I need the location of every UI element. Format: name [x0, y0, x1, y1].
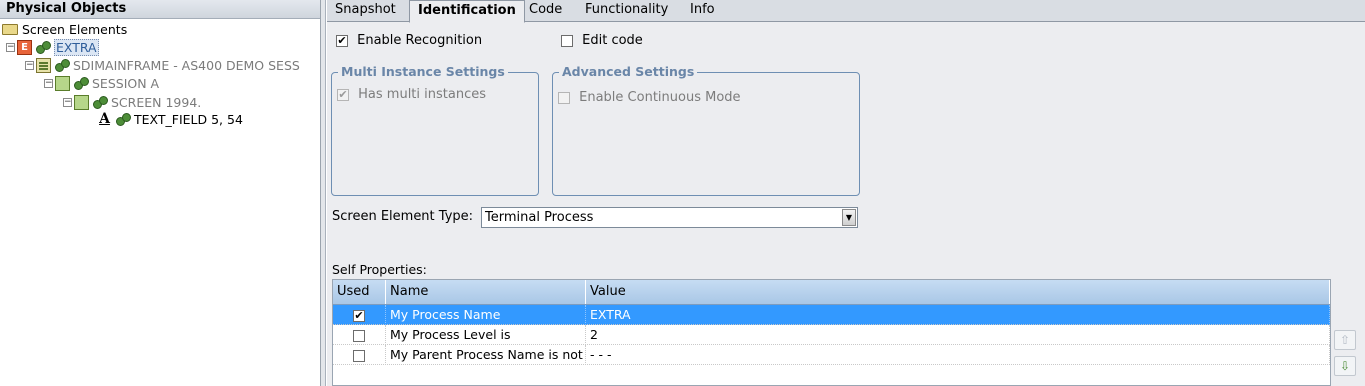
used-cell[interactable] [333, 325, 386, 345]
tree-item-label: TEXT_FIELD 5, 54 [134, 111, 243, 127]
physical-objects-panel: Physical Objects Screen Elements − E EXT… [0, 0, 321, 386]
properties-panel: Snapshot Identification Code Functionali… [327, 0, 1365, 386]
multi-instance-settings-group: Multi Instance Settings ✔ Has multi inst… [331, 64, 539, 196]
value-cell[interactable]: 2 [586, 325, 1330, 345]
self-properties-table: Used Name Value ✔ My Process Name EXTRA … [332, 279, 1331, 386]
tree-item-label: SDIMAINFRAME - AS400 DEMO SESS [73, 57, 300, 73]
column-header-value[interactable]: Value [586, 280, 1330, 304]
value-cell[interactable]: - - - [586, 345, 1330, 365]
collapse-toggle[interactable]: − [44, 78, 53, 88]
tree-item-extra[interactable]: − E EXTRA [6, 38, 99, 56]
move-down-button[interactable]: ⇩ [1334, 356, 1356, 376]
screen-element-type-select[interactable]: Terminal Process ▼ [481, 207, 858, 228]
used-checkbox[interactable] [353, 329, 365, 342]
select-value: Terminal Process [485, 210, 594, 225]
people-icon [115, 112, 131, 126]
edit-code-checkbox[interactable]: Edit code [561, 33, 643, 48]
column-header-name[interactable]: Name [386, 280, 586, 304]
group-title: Multi Instance Settings [338, 64, 508, 79]
tree-item-session-a[interactable]: − SESSION A [44, 74, 159, 92]
people-icon [92, 95, 108, 109]
chevron-down-icon[interactable]: ▼ [842, 209, 856, 226]
tree-item-label: EXTRA [54, 38, 99, 56]
enable-recognition-checkbox[interactable]: ✔ Enable Recognition [336, 33, 482, 48]
value-cell[interactable]: EXTRA [586, 305, 1330, 325]
people-icon [54, 58, 70, 72]
checkbox-box[interactable]: ✔ [337, 88, 349, 101]
checkbox-label: Edit code [582, 33, 643, 48]
tree-item-screen-elements[interactable]: Screen Elements [2, 20, 127, 38]
tab-snapshot[interactable]: Snapshot [327, 0, 404, 22]
tab-info[interactable]: Info [682, 0, 723, 22]
table-header: Used Name Value [333, 280, 1330, 305]
tree-item-text-field[interactable]: A TEXT_FIELD 5, 54 [97, 110, 243, 128]
checkbox-label: Enable Continuous Mode [579, 90, 741, 105]
screen-element-type-label: Screen Element Type: [332, 209, 474, 224]
checkbox-box[interactable] [561, 34, 573, 47]
group-title: Advanced Settings [559, 64, 698, 79]
tab-bar: Snapshot Identification Code Functionali… [327, 0, 1365, 23]
has-multi-instances-checkbox[interactable]: ✔ Has multi instances [337, 87, 486, 102]
used-cell[interactable] [333, 345, 386, 365]
collapse-toggle[interactable]: − [25, 60, 34, 70]
checkbox-box[interactable]: ✔ [336, 34, 348, 47]
text-field-icon: A [99, 110, 110, 127]
panel-splitter[interactable] [321, 0, 326, 386]
column-header-used[interactable]: Used [333, 280, 386, 304]
session-icon [55, 75, 70, 91]
name-cell[interactable]: My Process Level is [386, 325, 586, 345]
tree-item-label: SCREEN 1994. [111, 94, 202, 110]
tree-item-screen-1994[interactable]: − SCREEN 1994. [63, 93, 201, 111]
collapse-toggle[interactable]: − [63, 97, 72, 107]
checkbox-box[interactable] [558, 91, 570, 104]
move-up-button[interactable]: ⇧ [1334, 330, 1356, 350]
screen-icon [74, 94, 89, 110]
table-row[interactable]: My Process Level is 2 [333, 325, 1330, 345]
checkbox-label: Has multi instances [358, 87, 486, 102]
panel-header: Physical Objects [0, 0, 320, 19]
used-cell[interactable]: ✔ [333, 305, 386, 325]
name-cell[interactable]: My Parent Process Name is not [386, 345, 586, 365]
checkbox-label: Enable Recognition [357, 33, 483, 48]
people-icon [73, 76, 89, 90]
application-icon [36, 57, 51, 73]
people-icon [35, 40, 51, 54]
folder-open-icon [2, 23, 18, 35]
tab-functionality[interactable]: Functionality [577, 0, 676, 22]
tab-identification[interactable]: Identification [409, 0, 525, 23]
table-row[interactable]: ✔ My Process Name EXTRA [333, 305, 1330, 325]
used-checkbox[interactable] [353, 349, 365, 362]
enable-continuous-mode-checkbox[interactable]: Enable Continuous Mode [558, 90, 741, 105]
advanced-settings-group: Advanced Settings Enable Continuous Mode [552, 64, 860, 196]
tab-code[interactable]: Code [521, 0, 570, 22]
tree-item-label: SESSION A [92, 75, 160, 91]
table-row[interactable]: My Parent Process Name is not - - - [333, 345, 1330, 365]
self-properties-label: Self Properties: [332, 262, 427, 277]
tree-item-sdimainframe[interactable]: − SDIMAINFRAME - AS400 DEMO SESS [25, 56, 300, 74]
used-checkbox[interactable]: ✔ [353, 309, 365, 322]
collapse-toggle[interactable]: − [6, 42, 15, 52]
extra-process-icon: E [17, 39, 32, 55]
tree-item-label: Screen Elements [22, 21, 128, 37]
name-cell[interactable]: My Process Name [386, 305, 586, 325]
